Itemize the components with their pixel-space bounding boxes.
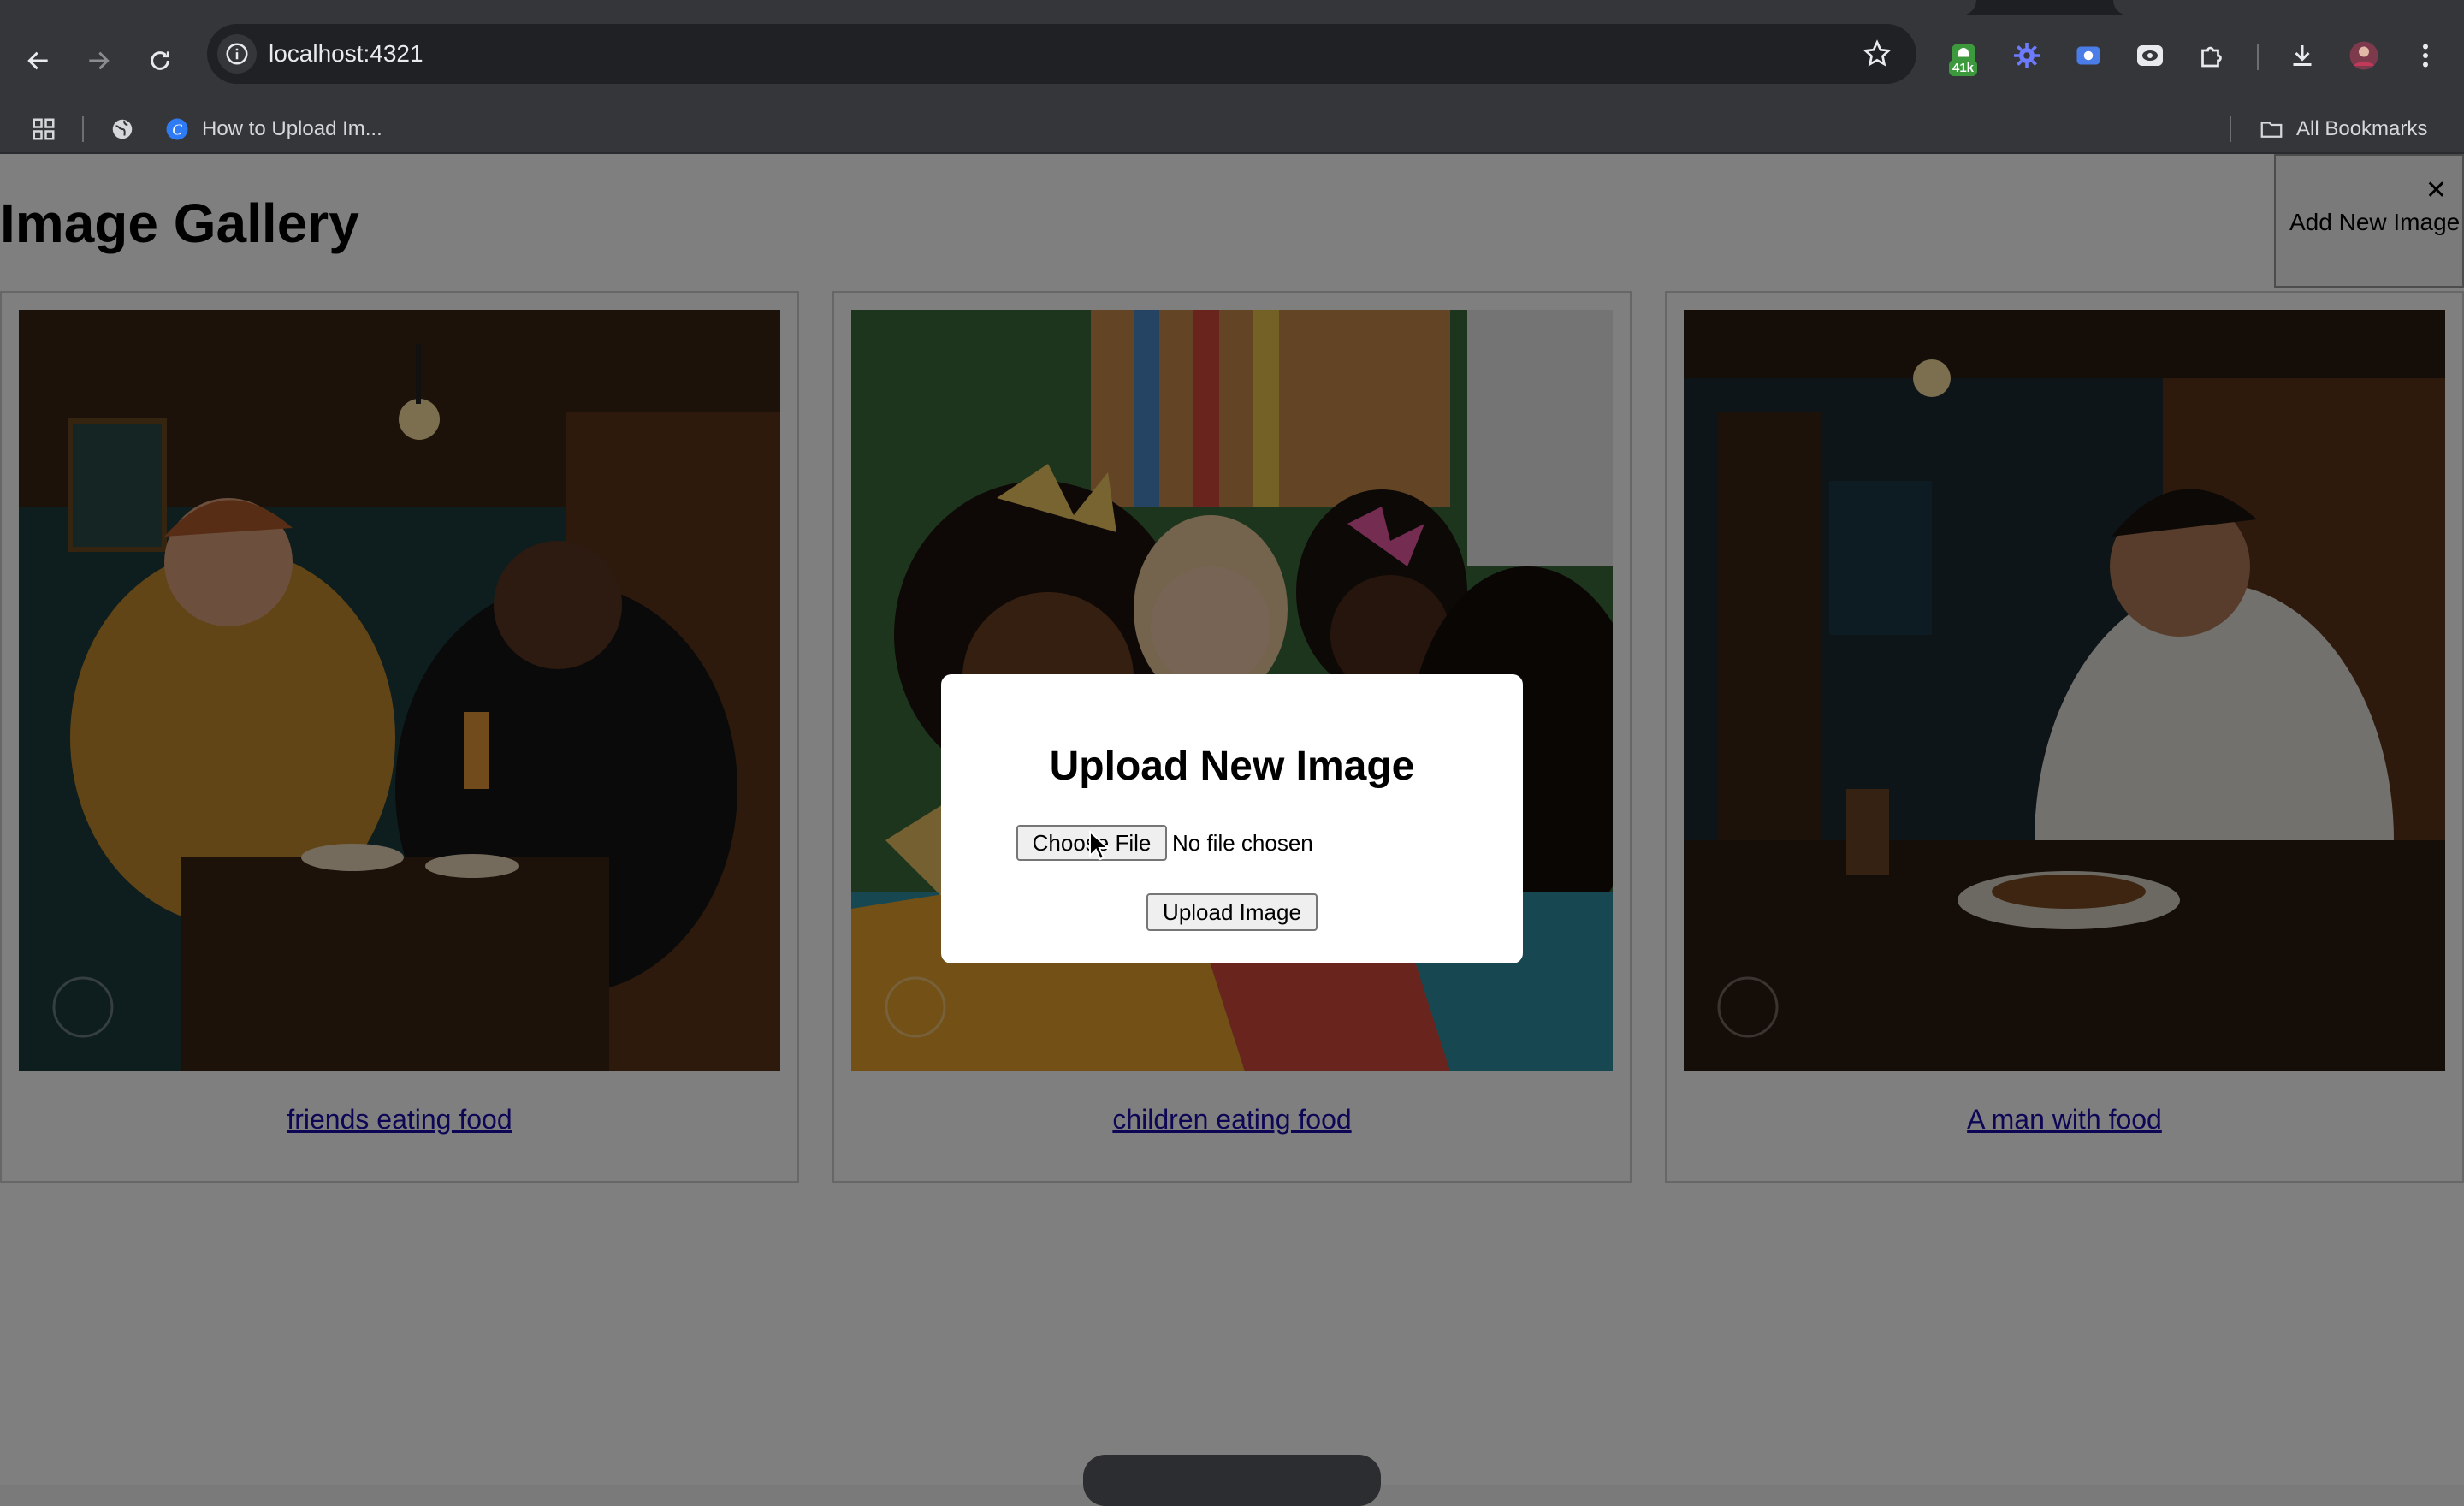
- forward-button[interactable]: [75, 38, 121, 84]
- bookmark-favicon-icon: C: [163, 115, 192, 144]
- folder-icon[interactable]: [2257, 115, 2286, 144]
- upload-image-button[interactable]: Upload Image: [1146, 893, 1318, 931]
- bookmark-item-upload[interactable]: How to Upload Im...: [202, 106, 382, 152]
- url-text[interactable]: localhost:4321: [269, 24, 424, 84]
- site-info-icon[interactable]: [217, 34, 257, 74]
- bookmarks-divider-right: [2230, 116, 2231, 142]
- extension-gear-icon[interactable]: [2007, 36, 2046, 75]
- extension-adblock-icon[interactable]: 41k: [1944, 36, 1983, 76]
- profile-avatar[interactable]: [2344, 36, 2384, 75]
- upload-modal: Upload New Image Choose File No file cho…: [941, 674, 1523, 963]
- forward-arrow-icon: [89, 51, 110, 70]
- mouse-cursor-icon: [1089, 830, 1111, 861]
- other-tab[interactable]: [2113, 0, 2464, 15]
- svg-text:C: C: [172, 121, 182, 138]
- extension-screen-icon[interactable]: [2069, 36, 2108, 75]
- browser-menu-icon[interactable]: [2406, 36, 2445, 75]
- back-button[interactable]: [15, 38, 62, 84]
- extension-eye-icon[interactable]: [2130, 36, 2170, 75]
- file-status-text: No file chosen: [1172, 830, 1313, 856]
- modal-title: Upload New Image: [1049, 744, 1415, 789]
- reload-button[interactable]: [137, 38, 183, 84]
- apps-grid-icon[interactable]: [29, 115, 58, 144]
- address-bar[interactable]: localhost:4321: [207, 24, 1916, 84]
- all-bookmarks-link[interactable]: All Bookmarks: [2296, 106, 2427, 152]
- toolbar-divider: [2257, 44, 2259, 70]
- tab-strip: [0, 0, 2464, 15]
- globe-icon[interactable]: [108, 115, 137, 144]
- extensions-puzzle-icon[interactable]: [2192, 36, 2231, 75]
- floating-dock[interactable]: [1083, 1455, 1381, 1506]
- downloads-icon[interactable]: [2283, 36, 2322, 75]
- back-arrow-icon: [27, 51, 48, 70]
- bookmarks-bar: C How to Upload Im... All Bookmarks: [0, 106, 2464, 154]
- active-tab[interactable]: [0, 0, 1976, 15]
- reload-icon: [151, 51, 169, 70]
- extension-badge: 41k: [1949, 60, 1978, 76]
- bookmarks-divider: [82, 116, 84, 142]
- browser-toolbar: localhost:4321 41k: [0, 15, 2464, 106]
- bookmark-star-icon[interactable]: [1862, 39, 1892, 69]
